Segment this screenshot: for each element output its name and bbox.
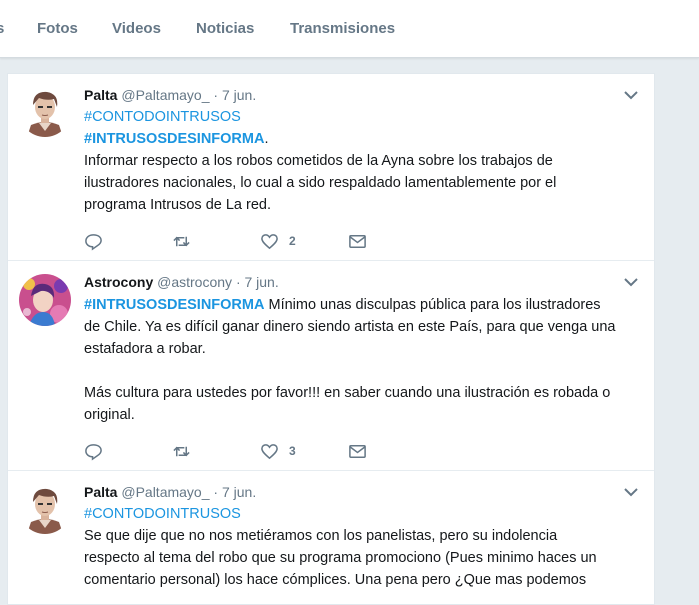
tab-videos[interactable]: Videos (112, 20, 161, 37)
retweet-button[interactable] (172, 441, 191, 461)
tweet-line: comentario personal) los hace cómplices.… (84, 572, 587, 588)
retweet-button[interactable] (172, 231, 191, 251)
display-name[interactable]: Palta (84, 87, 117, 103)
tweet-text: #INTRUSOSDESINFORMA Mínimo unas disculpa… (84, 294, 644, 426)
avatar[interactable] (19, 85, 71, 137)
tweet-line: Informar respecto a los robos cometidos … (84, 153, 553, 169)
tweet-header: Astrocony @astrocony · 7 jun. (84, 274, 279, 290)
message-icon (349, 444, 366, 458)
hashtag-link[interactable]: #CONTODOINTRUSOS (84, 109, 241, 125)
chevron-down-icon[interactable] (622, 273, 640, 291)
avatar[interactable] (19, 274, 71, 326)
reply-button[interactable] (84, 231, 103, 251)
tweet-line: estafadora a robar. (84, 341, 206, 357)
tweet-header: Palta @Paltamayo_ · 7 jun. (84, 484, 256, 500)
search-filter-nav: s Fotos Videos Noticias Transmisiones (0, 0, 699, 58)
tweet-actions: 3 (84, 441, 504, 461)
text-span: . (264, 131, 269, 147)
tweet[interactable]: Palta @Paltamayo_ · 7 jun. #CONTODOINTRU… (8, 74, 654, 261)
display-name[interactable]: Palta (84, 484, 117, 500)
user-handle[interactable]: @Paltamayo_ (121, 87, 209, 103)
text-span: Mínimo unas disculpas pública para los i… (264, 297, 601, 313)
reply-icon (85, 233, 102, 251)
reply-icon (85, 443, 102, 461)
direct-message-button[interactable] (348, 441, 367, 461)
like-count: 2 (289, 234, 296, 248)
tab-partial[interactable]: s (0, 20, 4, 37)
tweet-line: respecto al tema del robo que su program… (84, 550, 597, 566)
tweet-line: #INTRUSOSDESINFORMA. (84, 128, 644, 150)
tweet-line: de Chile. Ya es difícil ganar dinero sie… (84, 319, 616, 335)
tweet-actions: 2 (84, 231, 504, 251)
tweet-line: original. (84, 407, 135, 423)
chevron-down-icon[interactable] (622, 483, 640, 501)
hashtag-link[interactable]: #INTRUSOSDESINFORMA (84, 131, 264, 147)
tweet-line: #CONTODOINTRUSOS (84, 503, 644, 525)
chevron-down-icon[interactable] (622, 86, 640, 104)
message-icon (349, 234, 366, 248)
retweet-icon (173, 236, 190, 246)
like-count: 3 (289, 444, 296, 458)
tab-fotos[interactable]: Fotos (37, 20, 78, 37)
like-icon (261, 443, 278, 459)
hashtag-link[interactable]: #INTRUSOSDESINFORMA (84, 297, 264, 313)
tweet[interactable]: Palta @Paltamayo_ · 7 jun. #CONTODOINTRU… (8, 471, 654, 604)
direct-message-button[interactable] (348, 231, 367, 251)
tweet-date[interactable]: · 7 jun. (213, 484, 256, 500)
tweet-line: ilustradores nacionales, lo cual a sido … (84, 175, 557, 191)
tweet-text: #CONTODOINTRUSOS #INTRUSOSDESINFORMA. In… (84, 106, 644, 216)
tweet-date[interactable]: · 7 jun. (213, 87, 256, 103)
tweet-line: #CONTODOINTRUSOS (84, 106, 644, 128)
tab-noticias[interactable]: Noticias (196, 20, 254, 37)
tweet-header: Palta @Paltamayo_ · 7 jun. (84, 87, 256, 103)
tweet-date[interactable]: · 7 jun. (236, 274, 279, 290)
hashtag-link[interactable]: #CONTODOINTRUSOS (84, 506, 241, 522)
avatar[interactable] (19, 482, 71, 534)
retweet-icon (173, 446, 190, 456)
tweet-timeline: Palta @Paltamayo_ · 7 jun. #CONTODOINTRU… (7, 73, 655, 605)
tab-transmisiones[interactable]: Transmisiones (290, 20, 395, 37)
reply-button[interactable] (84, 441, 103, 461)
like-icon (261, 233, 278, 249)
tweet-line: Se que dije que no nos metiéramos con lo… (84, 528, 558, 544)
tweet-text: #CONTODOINTRUSOS Se que dije que no nos … (84, 503, 644, 591)
tweet-line: Más cultura para ustedes por favor!!! en… (84, 385, 611, 401)
like-button[interactable]: 3 (260, 441, 296, 461)
user-handle[interactable]: @Paltamayo_ (121, 484, 209, 500)
user-handle[interactable]: @astrocony (157, 274, 232, 290)
display-name[interactable]: Astrocony (84, 274, 153, 290)
tweet-line: programa Intrusos de La red. (84, 197, 271, 213)
tweet[interactable]: Astrocony @astrocony · 7 jun. #INTRUSOSD… (8, 261, 654, 471)
like-button[interactable]: 2 (260, 231, 296, 251)
tweet-line: #INTRUSOSDESINFORMA Mínimo unas disculpa… (84, 294, 644, 316)
